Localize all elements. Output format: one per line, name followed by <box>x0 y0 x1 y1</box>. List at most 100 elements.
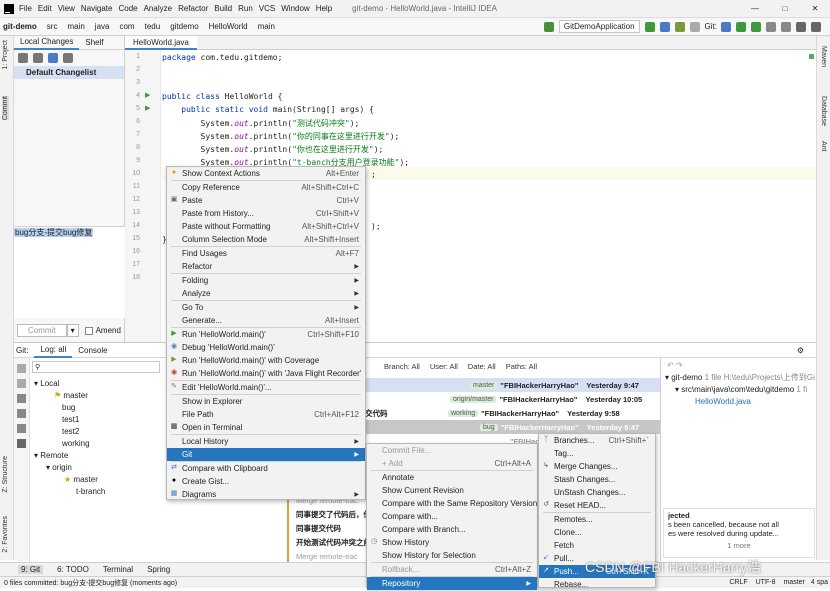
log-row[interactable]: pmaster"FBIHackerHarryHao"Yesterday 9:47 <box>350 378 660 392</box>
menu-compare-with[interactable]: Compare with... <box>367 510 537 523</box>
fetch-icon[interactable] <box>17 424 26 433</box>
menu-repository[interactable]: Repository ▶ <box>367 577 537 590</box>
tree-node-remote[interactable]: ▾ Remote <box>32 450 162 462</box>
commit-options-dropdown[interactable]: ▾ <box>66 324 79 337</box>
menu-show-history[interactable]: ◷ Show History <box>367 536 537 549</box>
commit-icon[interactable] <box>736 21 746 32</box>
tool-spring[interactable]: Spring <box>147 565 170 574</box>
breadcrumb-class[interactable]: HelloWorld <box>206 21 251 32</box>
history-icon[interactable] <box>766 21 776 32</box>
menu-clone[interactable]: Clone... <box>539 526 655 539</box>
tree-node-local[interactable]: ▾ Local <box>32 378 162 390</box>
branch-filter-icon[interactable] <box>17 439 26 448</box>
coverage-icon[interactable] <box>674 21 685 32</box>
group-icon[interactable] <box>63 53 73 63</box>
menu-navigate[interactable]: Navigate <box>81 4 113 13</box>
tool-commit[interactable]: Commit <box>2 96 9 121</box>
tree-node-test1[interactable]: test1 <box>32 414 162 426</box>
breadcrumb-method[interactable]: main <box>255 21 278 32</box>
menu-paste-from-history[interactable]: Paste from History... Ctrl+Shift+V <box>167 207 365 220</box>
search-icon[interactable] <box>811 21 821 32</box>
menu-rollback[interactable]: Rollback... Ctrl+Alt+Z <box>367 563 537 576</box>
menu-tag[interactable]: Tag... <box>539 447 655 460</box>
menu-show-current-revision[interactable]: Show Current Revision <box>367 484 537 497</box>
maximize-icon[interactable]: □ <box>770 4 800 13</box>
encoding-status[interactable]: UTF-8 <box>756 579 776 586</box>
menu-file[interactable]: File <box>19 4 32 13</box>
tree-node-remote-master[interactable]: ★ master <box>32 474 162 486</box>
remove-icon[interactable] <box>17 379 26 388</box>
menu-annotate[interactable]: Annotate <box>367 471 537 484</box>
breadcrumb-com[interactable]: com <box>116 21 137 32</box>
menu-run-with-coverage[interactable]: ▶ Run 'HelloWorld.main()' with Coverage <box>167 354 365 367</box>
update-icon[interactable] <box>17 394 26 403</box>
menu-file-path[interactable]: File Path Ctrl+Alt+F12 <box>167 408 365 421</box>
branch-search-input[interactable]: ⚲ <box>32 361 160 373</box>
run-icon[interactable] <box>644 21 655 32</box>
run-gutter-icon[interactable]: ▶ <box>145 104 150 112</box>
breadcrumb-main[interactable]: main <box>64 21 87 32</box>
menu-view[interactable]: View <box>58 4 75 13</box>
menu-generate[interactable]: Generate... Alt+Insert <box>167 314 365 327</box>
run-gutter-icon[interactable]: ▶ <box>145 91 150 99</box>
tab-log[interactable]: Log: all <box>34 343 73 358</box>
menu-rebase[interactable]: Rebase... <box>539 578 655 591</box>
breadcrumb-src[interactable]: src <box>44 21 61 32</box>
breadcrumb-gitdemo[interactable]: gitdemo <box>167 21 201 32</box>
undo-icon[interactable]: ↶ <box>667 361 674 370</box>
menu-run[interactable]: ▶ Run 'HelloWorld.main()' Ctrl+Shift+F10 <box>167 328 365 341</box>
menu-refactor[interactable]: Refactor <box>178 4 208 13</box>
details-file[interactable]: HelloWorld.java <box>665 396 816 408</box>
menu-paste-without-formatting[interactable]: Paste without Formatting Alt+Shift+Ctrl+V <box>167 220 365 233</box>
notification-more[interactable]: 1 more <box>668 541 810 550</box>
menu-analyze[interactable]: Analyze ▶ <box>167 287 365 300</box>
menu-paste[interactable]: ▣ Paste Ctrl+V <box>167 194 365 207</box>
refresh-icon[interactable] <box>18 53 28 63</box>
amend-checkbox[interactable] <box>84 326 93 335</box>
menu-go-to[interactable]: Go To ▶ <box>167 301 365 314</box>
build-icon[interactable] <box>543 21 554 32</box>
breadcrumb-java[interactable]: java <box>92 21 113 32</box>
inspection-ok-icon[interactable] <box>809 54 814 59</box>
menu-commit-file[interactable]: Commit File... <box>367 444 537 457</box>
menu-show-in-explorer[interactable]: Show in Explorer <box>167 395 365 408</box>
menu-add[interactable]: + Add Ctrl+Alt+A <box>367 457 537 470</box>
tool-todo[interactable]: 6: TODO <box>57 565 89 574</box>
menu-edit-config[interactable]: ✎ Edit 'HelloWorld.main()'... <box>167 381 365 394</box>
settings-icon[interactable]: ⚙ <box>797 346 804 355</box>
date-filter[interactable]: Date: All <box>468 362 496 371</box>
menu-show-context-actions[interactable]: ● Show Context Actions Alt+Enter <box>167 167 365 180</box>
tab-shelf[interactable]: Shelf <box>79 38 109 47</box>
tree-node-origin[interactable]: ▾ origin <box>32 462 162 474</box>
menu-open-in-terminal[interactable]: ▩ Open in Terminal <box>167 421 365 434</box>
push-icon[interactable] <box>751 21 761 32</box>
tree-node-working[interactable]: working <box>32 438 162 450</box>
menu-merge-changes[interactable]: ↳ Merge Changes... <box>539 460 655 473</box>
commit-button[interactable]: Commit <box>17 324 67 337</box>
diff-icon[interactable] <box>48 53 58 63</box>
menu-find-usages[interactable]: Find Usages Alt+F7 <box>167 247 365 260</box>
menu-debug[interactable]: ◉ Debug 'HelloWorld.main()' <box>167 341 365 354</box>
user-filter[interactable]: User: All <box>430 362 458 371</box>
log-row[interactable]: 试提交代码 working "FBIHackerHarryHao" Yesterday… <box>350 406 660 420</box>
rollback-icon[interactable] <box>781 21 791 32</box>
paths-filter[interactable]: Paths: All <box>506 362 537 371</box>
menu-fetch[interactable]: Fetch <box>539 539 655 552</box>
menu-window[interactable]: Window <box>281 4 309 13</box>
redo-icon[interactable]: ↷ <box>676 361 683 370</box>
menu-unstash-changes[interactable]: UnStash Changes... <box>539 486 655 499</box>
menu-compare-with-branch[interactable]: Compare with Branch... <box>367 523 537 536</box>
add-icon[interactable] <box>17 364 26 373</box>
commit-message-area[interactable]: bug分支-提交bug修复 <box>14 226 125 318</box>
run-config-select[interactable]: GitDemoApplication <box>558 20 640 33</box>
menu-create-gist[interactable]: ● Create Gist... <box>167 475 365 488</box>
menu-show-history-selection[interactable]: Show History for Selection <box>367 549 537 562</box>
breadcrumb-tedu[interactable]: tedu <box>142 21 164 32</box>
tool-ant[interactable]: Ant <box>820 141 827 152</box>
tree-node-test2[interactable]: test2 <box>32 426 162 438</box>
menu-edit[interactable]: Edit <box>38 4 52 13</box>
details-root[interactable]: ▾ git-demo 1 file H:\tedu\Projects\上传到Gi <box>665 372 816 384</box>
tool-structure[interactable]: Z: Structure <box>2 456 9 493</box>
menu-run[interactable]: Run <box>238 4 253 13</box>
menu-build[interactable]: Build <box>214 4 232 13</box>
